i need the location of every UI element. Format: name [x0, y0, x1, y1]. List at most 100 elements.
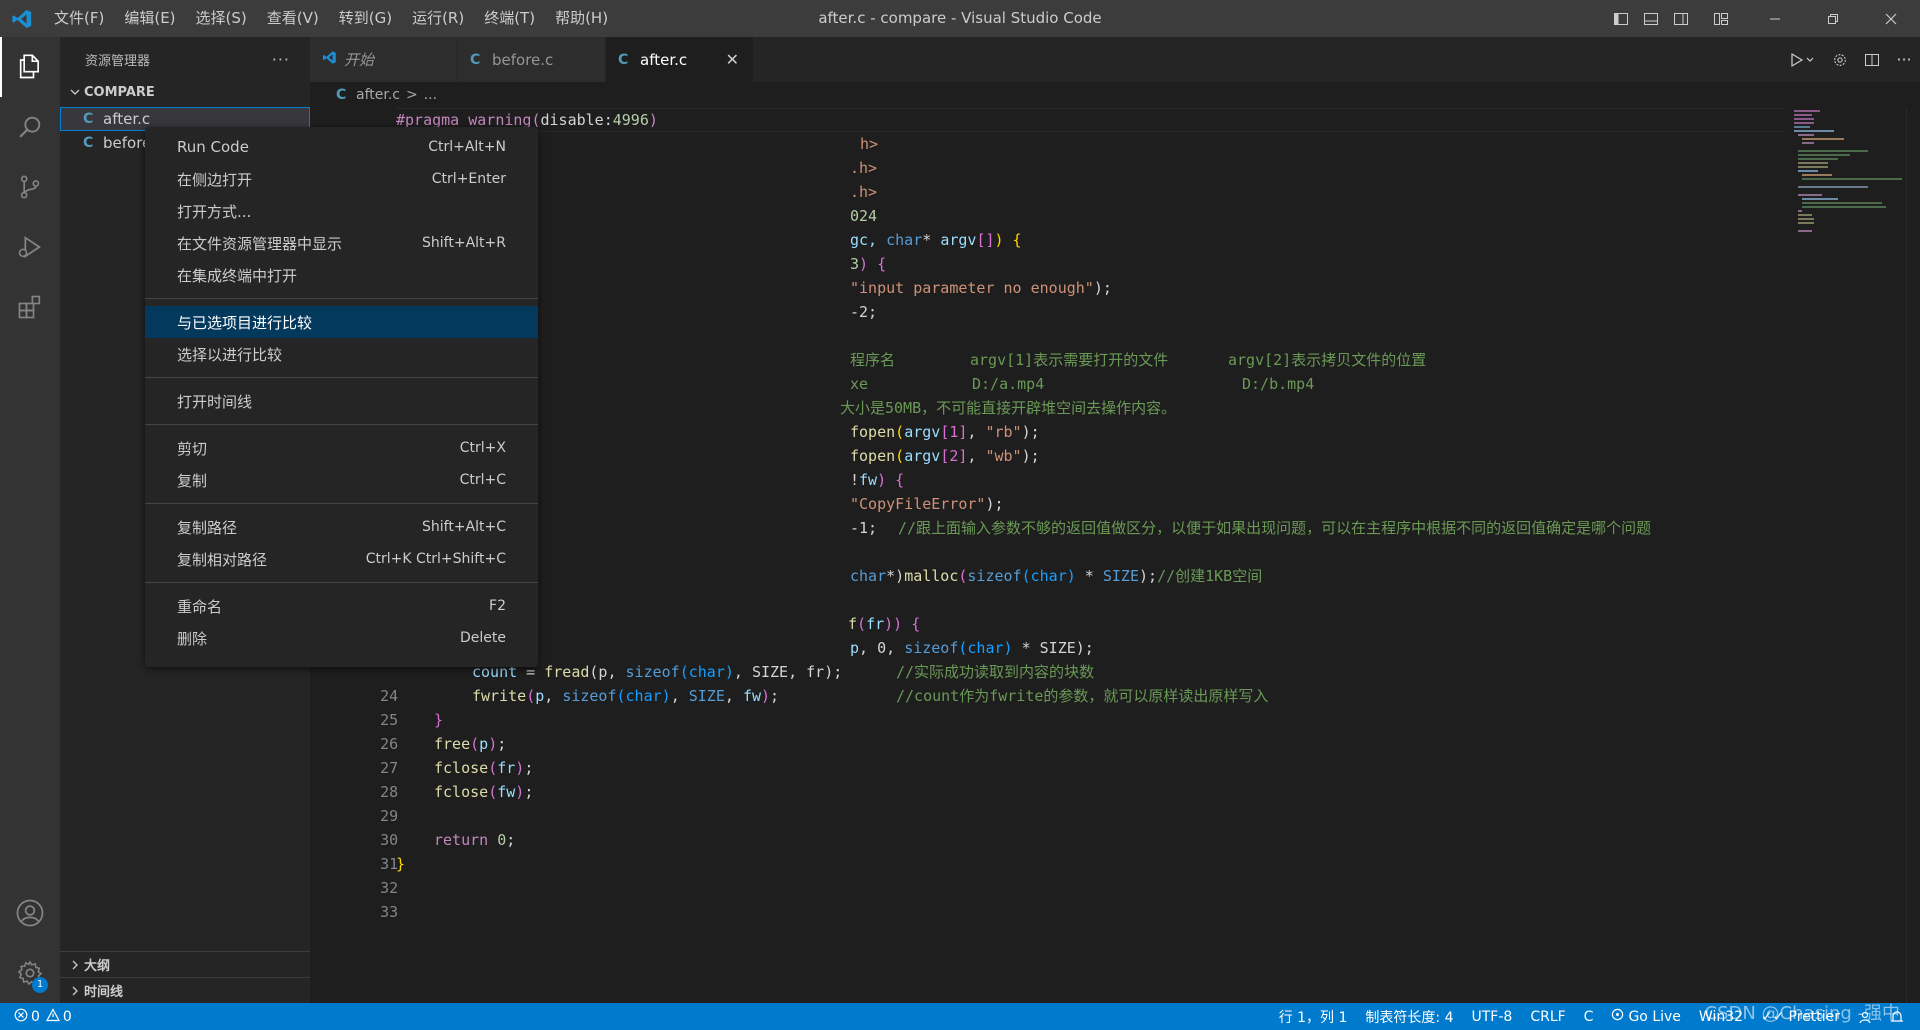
line-text: p, 0, sizeof(char) * SIZE); [850, 639, 1094, 657]
source-control-icon[interactable] [0, 157, 60, 217]
menu-reveal-in-explorer[interactable]: 在文件资源管理器中显示 Shift+Alt+R [145, 227, 538, 259]
line-text: } [396, 855, 406, 873]
line-text: "input parameter no enough"); [850, 279, 1112, 297]
comment: xe [850, 375, 869, 393]
menu-file[interactable]: 文件(F) [44, 0, 114, 37]
outline-label: 大纲 [84, 959, 111, 974]
line-text: 3) { [850, 255, 887, 273]
code-line-30: 30 [310, 804, 398, 849]
menu-run[interactable]: 运行(R) [402, 0, 474, 37]
tab-label: 开始 [344, 51, 375, 69]
line-text: char*)malloc(sizeof(char) * SIZE);//创建1K… [850, 567, 1263, 585]
code-line-32: 32 } [310, 852, 405, 897]
timeline-section[interactable]: 时间线 [60, 977, 310, 1003]
more-actions-icon[interactable]: ··· [1888, 37, 1920, 82]
comment: 程序名 [850, 351, 896, 369]
gear-icon[interactable] [1824, 37, 1856, 82]
line-text: } [434, 711, 444, 729]
chevron-right-icon [66, 986, 84, 996]
menu-open-in-terminal[interactable]: 在集成终端中打开 [145, 259, 538, 291]
error-count: 0 [31, 1008, 40, 1025]
close-tab-icon[interactable]: ✕ [726, 50, 739, 69]
folder-compare[interactable]: COMPARE [60, 81, 310, 103]
outline-section[interactable]: 大纲 [60, 951, 310, 977]
breadcrumb-rest[interactable]: ... [424, 87, 437, 103]
extensions-icon[interactable] [0, 277, 60, 337]
toggle-panel-icon[interactable] [1636, 0, 1666, 37]
line-text: f(fr)) { [848, 615, 921, 633]
menu-help[interactable]: 帮助(H) [545, 0, 618, 37]
close-window-icon[interactable] [1862, 0, 1920, 37]
code-fragment: .h> [850, 159, 878, 177]
customize-layout-icon[interactable] [1706, 0, 1736, 37]
code-line-31: 31 return 0; [310, 828, 515, 873]
menu-select-for-compare[interactable]: 选择以进行比较 [145, 338, 538, 370]
minimize-icon[interactable] [1746, 0, 1804, 37]
search-icon[interactable] [0, 97, 60, 157]
comment: argv[2]表示拷贝文件的位置 [1228, 351, 1427, 369]
menu-open-with[interactable]: 打开方式... [145, 195, 538, 227]
explorer-icon[interactable] [0, 37, 60, 97]
menu-open-to-side[interactable]: 在侧边打开 Ctrl+Enter [145, 163, 538, 195]
menu-rename[interactable]: 重命名 F2 [145, 590, 538, 622]
settings-gear-icon[interactable]: 1 [0, 943, 60, 1003]
tab-after-c[interactable]: C after.c ✕ [606, 37, 754, 82]
code-line-25: 25 fwrite(p, sizeof(char), SIZE, fw); //… [310, 684, 1268, 729]
code-fragment: 024 [850, 207, 878, 225]
toggle-secondary-sidebar-icon[interactable] [1666, 0, 1696, 37]
problems-indicator[interactable]: 0 0 [0, 1003, 72, 1030]
tab-welcome[interactable]: 开始 [310, 37, 458, 82]
menu-go[interactable]: 转到(G) [329, 0, 402, 37]
warning-count: 0 [62, 1008, 72, 1025]
context-menu: Run Code Ctrl+Alt+N 在侧边打开 Ctrl+Enter 打开方式.… [145, 127, 538, 667]
comment: argv[1]表示需要打开的文件 [970, 351, 1169, 369]
split-editor-icon[interactable] [1856, 37, 1888, 82]
comment: 大小是50MB，不可能直接开辟堆空间去操作内容。 [840, 399, 1177, 417]
code-line-29: 29 fclose(fw); [310, 780, 533, 825]
minimap[interactable] [1790, 108, 1906, 1003]
comment: D:/a.mp4 [972, 375, 1045, 393]
tab-before-c[interactable]: C before.c [458, 37, 606, 82]
status-bar: 0 0 行 1，列 1 制表符长度: 4 UTF-8 CRLF C Go Liv… [0, 1003, 1920, 1030]
cursor-position[interactable]: 行 1，列 1 [1270, 1003, 1357, 1030]
menu-terminal[interactable]: 终端(T) [474, 0, 545, 37]
breadcrumb-file[interactable]: after.c [356, 87, 400, 103]
account-icon[interactable] [0, 883, 60, 943]
vertical-scrollbar[interactable] [1906, 108, 1920, 1003]
more-actions-icon[interactable]: ··· [272, 50, 290, 69]
file-label: after.c [103, 110, 151, 128]
language-mode[interactable]: C [1575, 1003, 1603, 1030]
go-live-label: Go Live [1628, 1008, 1681, 1025]
menu-run-code[interactable]: Run Code Ctrl+Alt+N [145, 131, 538, 163]
comment: D:/b.mp4 [1242, 375, 1315, 393]
encoding[interactable]: UTF-8 [1463, 1003, 1522, 1030]
line-number: 33 [380, 903, 399, 921]
menu-selection[interactable]: 选择(S) [186, 0, 257, 37]
activity-bottom: 1 [0, 883, 60, 1003]
menu-edit[interactable]: 编辑(E) [114, 0, 185, 37]
line-text: gc, char* argv[]) { [850, 231, 1022, 249]
menu-separator [145, 582, 538, 583]
line-text: fopen(argv[1], "rb"); [850, 423, 1040, 441]
tab-size[interactable]: 制表符长度: 4 [1356, 1003, 1462, 1030]
go-live-button[interactable]: Go Live [1602, 1003, 1689, 1030]
line-text: fclose(fw); [434, 783, 534, 801]
menu-view[interactable]: 查看(V) [257, 0, 329, 37]
menu-open-timeline[interactable]: 打开时间线 [145, 385, 538, 417]
menu-compare-with-selected[interactable]: 与已选项目进行比较 [145, 306, 538, 338]
csdn-watermark: CSDN @Chasing -强中 [1704, 1003, 1900, 1024]
menu-delete[interactable]: 删除 Delete [145, 622, 538, 654]
menu-copy-path[interactable]: 复制路径 Shift+Alt+C [145, 511, 538, 543]
menu-cut[interactable]: 剪切 Ctrl+X [145, 432, 538, 464]
line-text: free(p); [434, 735, 507, 753]
run-debug-icon[interactable] [0, 217, 60, 277]
end-of-line[interactable]: CRLF [1521, 1003, 1574, 1030]
chevron-down-icon [66, 87, 84, 97]
run-code-icon[interactable] [1780, 37, 1824, 82]
c-file-icon: C [83, 111, 94, 127]
c-file-icon: C [83, 135, 94, 151]
menu-copy-relative-path[interactable]: 复制相对路径 Ctrl+K Ctrl+Shift+C [145, 543, 538, 575]
toggle-sidebar-icon[interactable] [1606, 0, 1636, 37]
restore-icon[interactable] [1804, 0, 1862, 37]
menu-copy[interactable]: 复制 Ctrl+C [145, 464, 538, 496]
